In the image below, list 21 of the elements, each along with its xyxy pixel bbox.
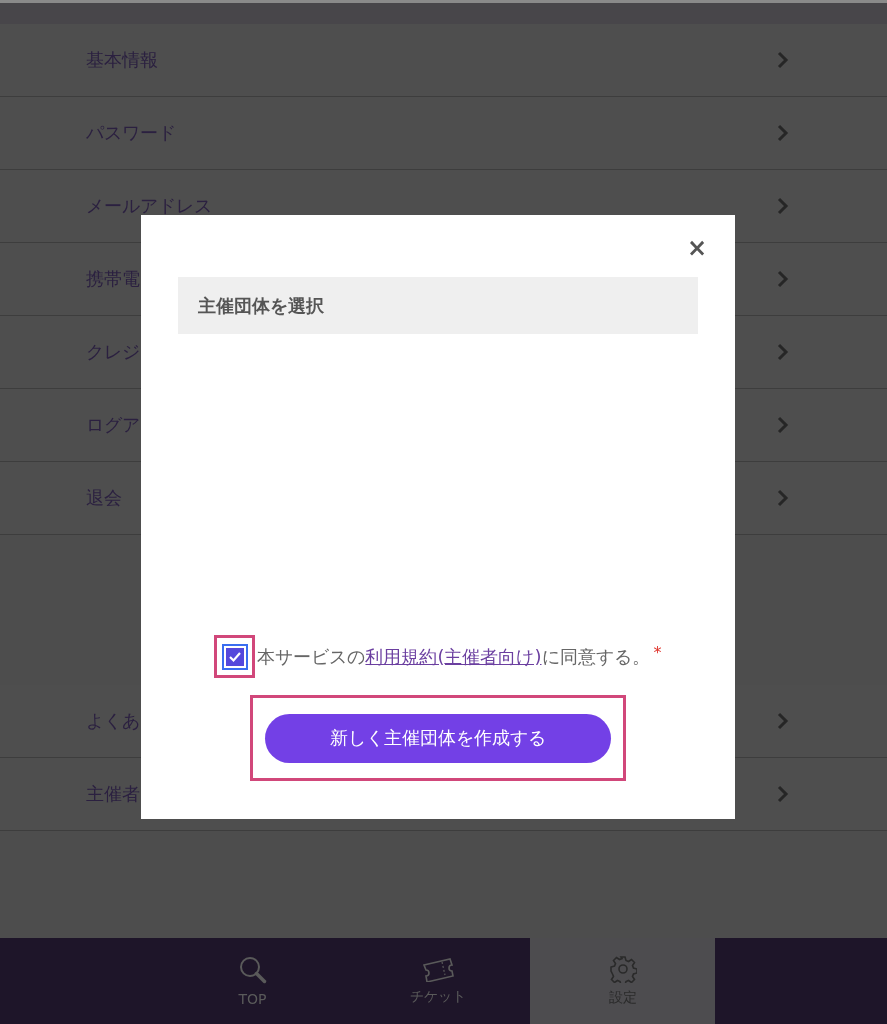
chevron-icon xyxy=(777,124,789,142)
nav-tab[interactable]: チケット xyxy=(345,938,530,1024)
ticket-icon xyxy=(421,956,454,982)
settings-icon xyxy=(608,955,637,983)
required-mark: * xyxy=(653,643,662,662)
chevron-icon xyxy=(777,489,789,507)
chevron-icon xyxy=(777,270,789,288)
dialog-title: 主催団体を選択 xyxy=(178,277,698,334)
chevron-icon xyxy=(777,197,789,215)
chevron-icon xyxy=(777,712,789,730)
nav-tab[interactable]: TOP xyxy=(160,938,345,1024)
agreement-text: 本サービスの利用規約(主催者向け)に同意する。 xyxy=(257,644,650,669)
create-button[interactable]: 新しく主催団体を作成する xyxy=(265,713,611,763)
chevron-icon xyxy=(777,343,789,361)
chevron-icon xyxy=(777,785,789,803)
check-icon xyxy=(227,650,242,663)
checkbox[interactable] xyxy=(221,643,248,670)
search-icon xyxy=(237,955,268,985)
terms-link[interactable]: 利用規約(主催者向け) xyxy=(365,645,542,667)
chevron-icon xyxy=(777,51,789,69)
chevron-icon xyxy=(777,416,789,434)
